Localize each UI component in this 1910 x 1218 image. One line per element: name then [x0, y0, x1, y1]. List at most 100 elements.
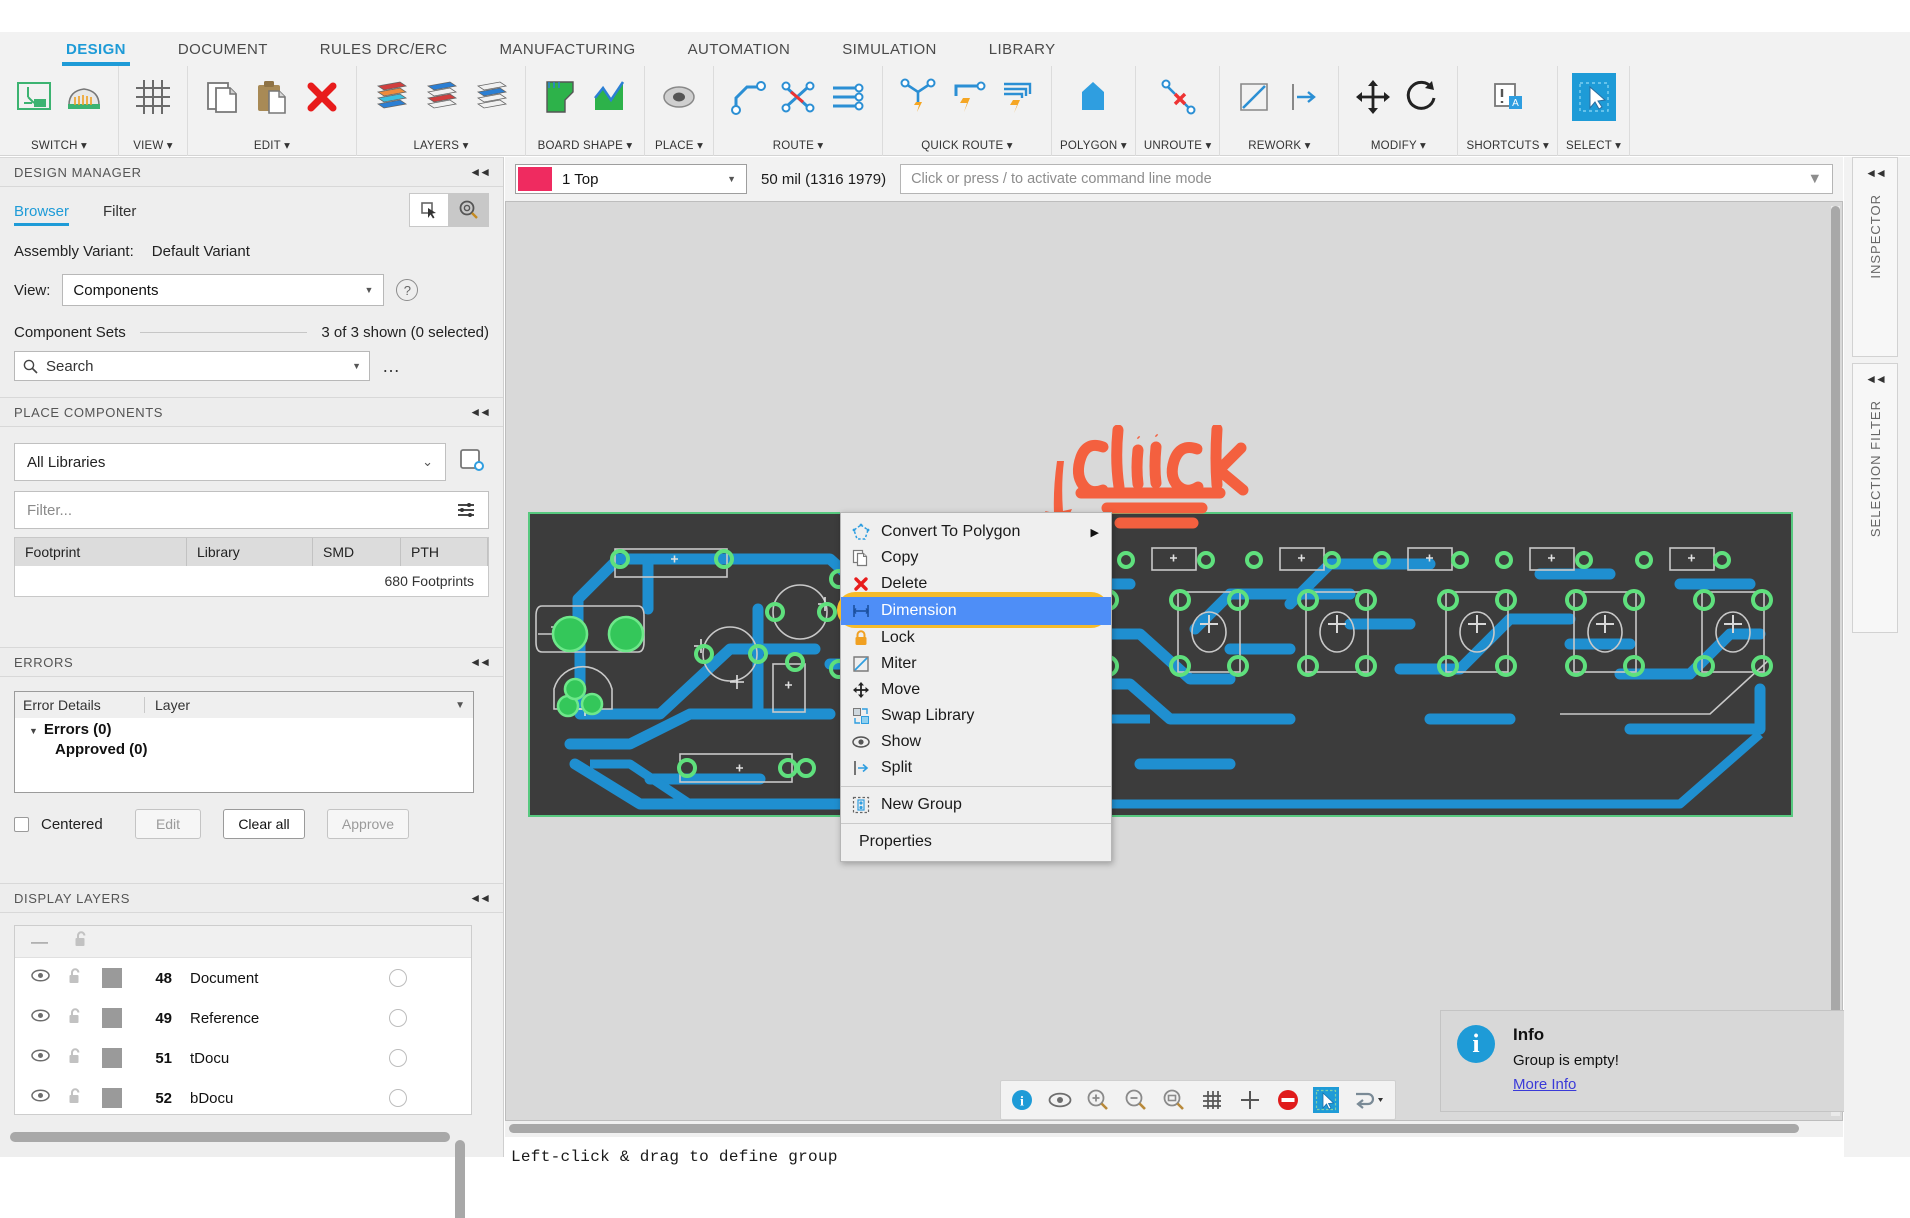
- info-icon[interactable]: i: [1009, 1087, 1035, 1113]
- zoom-find-icon[interactable]: [449, 193, 489, 227]
- layer-active-radio[interactable]: [389, 969, 407, 987]
- route-bus-icon[interactable]: [826, 73, 870, 121]
- layer-row-tdocu[interactable]: 51 tDocu: [15, 1038, 471, 1078]
- unlock-icon[interactable]: [68, 1047, 84, 1070]
- move-arrows-icon[interactable]: [1351, 73, 1395, 121]
- tab-filter[interactable]: Filter: [103, 203, 136, 226]
- layer-row-bdocu[interactable]: 52 bDocu: [15, 1078, 471, 1115]
- ribbon-tab-manufacturing[interactable]: MANUFACTURING: [474, 41, 662, 62]
- ribbon-group-label-route[interactable]: ROUTE ▾: [773, 138, 824, 156]
- sidebar-horizontal-scrollbar[interactable]: [10, 1132, 450, 1142]
- ribbon-group-label-view[interactable]: VIEW ▾: [133, 138, 173, 156]
- board-contour-icon[interactable]: [588, 73, 632, 121]
- schematic-switch-icon[interactable]: [12, 73, 56, 121]
- context-menu-item-dimension[interactable]: Dimension: [841, 597, 1111, 625]
- column-error-details[interactable]: Error Details: [15, 697, 145, 713]
- ribbon-group-label-modify[interactable]: MODIFY ▾: [1371, 138, 1426, 156]
- context-menu-item-delete[interactable]: Delete: [841, 571, 1111, 597]
- collapse-icon[interactable]: ◄◄: [1865, 166, 1885, 180]
- column-layer[interactable]: Layer: [145, 697, 455, 713]
- design-manager-header[interactable]: DESIGN MANAGER ◄◄: [0, 157, 503, 187]
- footprint-filter-input[interactable]: Filter...: [14, 491, 489, 529]
- layers-stack-gray-icon[interactable]: [469, 73, 513, 121]
- column-smd[interactable]: SMD: [313, 538, 401, 566]
- ribbon-group-label-edit[interactable]: EDIT ▾: [254, 138, 290, 156]
- ribbon-group-label-board-shape[interactable]: BOARD SHAPE ▾: [538, 138, 633, 156]
- layer-color-swatch[interactable]: [102, 968, 122, 988]
- context-menu-item-properties[interactable]: Properties: [841, 829, 1111, 855]
- paste-icon[interactable]: [250, 73, 294, 121]
- copy-icon[interactable]: [200, 73, 244, 121]
- delete-x-icon[interactable]: [300, 73, 344, 121]
- minus-icon[interactable]: —: [31, 932, 48, 952]
- ribbon-group-label-quick-route[interactable]: QUICK ROUTE ▾: [921, 138, 1012, 156]
- centered-checkbox[interactable]: [14, 817, 29, 832]
- unlock-icon[interactable]: [68, 967, 84, 990]
- context-menu-item-show[interactable]: Show: [841, 729, 1111, 755]
- layers-stack-red-icon[interactable]: [369, 73, 413, 121]
- edit-button[interactable]: Edit: [135, 809, 201, 839]
- ribbon-group-label-rework[interactable]: REWORK ▾: [1248, 138, 1310, 156]
- layer-active-radio[interactable]: [389, 1049, 407, 1067]
- clear-all-button[interactable]: Clear all: [223, 809, 305, 839]
- context-menu-item-swap-library[interactable]: Swap Library: [841, 703, 1111, 729]
- crosshair-icon[interactable]: [1237, 1087, 1263, 1113]
- search-input[interactable]: Search ▼: [14, 351, 370, 381]
- unlock-icon[interactable]: [68, 1087, 84, 1110]
- ribbon-tab-document[interactable]: DOCUMENT: [152, 41, 294, 62]
- approve-button[interactable]: Approve: [327, 809, 409, 839]
- collapse-icon[interactable]: ◄◄: [469, 405, 489, 419]
- select-cursor-icon[interactable]: [1572, 73, 1616, 121]
- shortcuts-icon[interactable]: A: [1486, 73, 1530, 121]
- select-cursor-icon[interactable]: [1313, 1087, 1339, 1113]
- context-menu-item-convert-to-polygon[interactable]: Convert To Polygon ▶: [841, 519, 1111, 545]
- ribbon-group-label-place[interactable]: PLACE ▾: [655, 138, 703, 156]
- canvas-vertical-scrollbar[interactable]: [1831, 206, 1840, 1116]
- eye-icon[interactable]: [31, 1009, 50, 1027]
- context-menu-item-copy[interactable]: Copy: [841, 545, 1111, 571]
- rework-split-icon[interactable]: [1282, 73, 1326, 121]
- no-entry-icon[interactable]: [1275, 1087, 1301, 1113]
- column-pth[interactable]: PTH: [401, 538, 488, 566]
- eye-visibility-icon[interactable]: [1047, 1087, 1073, 1113]
- unroute-icon[interactable]: [1156, 73, 1200, 121]
- collapse-icon[interactable]: ◄◄: [469, 891, 489, 905]
- more-options-button[interactable]: …: [382, 356, 402, 377]
- rework-miter-icon[interactable]: [1232, 73, 1276, 121]
- collapse-icon[interactable]: ◄◄: [1865, 372, 1885, 386]
- display-layers-scrollbar[interactable]: [455, 1140, 465, 1218]
- quick-route-bolt-icon[interactable]: [945, 73, 989, 121]
- context-menu-item-new-group[interactable]: New Group: [841, 792, 1111, 818]
- info-notification[interactable]: i Info Group is empty! More Info: [1440, 1010, 1868, 1112]
- layer-color-swatch[interactable]: [102, 1008, 122, 1028]
- unlock-icon[interactable]: [74, 930, 90, 953]
- command-line-input[interactable]: Click or press / to activate command lin…: [900, 164, 1833, 194]
- context-menu-item-split[interactable]: Split: [841, 755, 1111, 781]
- ribbon-group-label-shortcuts[interactable]: SHORTCUTS ▾: [1466, 138, 1549, 156]
- layer-color-swatch[interactable]: [102, 1048, 122, 1068]
- ribbon-tab-simulation[interactable]: SIMULATION: [816, 41, 963, 62]
- layers-stack-blue-icon[interactable]: [419, 73, 463, 121]
- column-footprint[interactable]: Footprint: [15, 538, 187, 566]
- ribbon-tab-design[interactable]: DESIGN: [40, 41, 152, 62]
- route-cross-icon[interactable]: [776, 73, 820, 121]
- pcb-canvas[interactable]: [505, 201, 1843, 1121]
- route-trace-icon[interactable]: [726, 73, 770, 121]
- ribbon-group-label-polygon[interactable]: POLYGON ▾: [1060, 138, 1127, 156]
- grid-toggle-icon[interactable]: [1199, 1087, 1225, 1113]
- layer-active-radio[interactable]: [389, 1089, 407, 1107]
- layer-active-radio[interactable]: [389, 1009, 407, 1027]
- context-menu-item-lock[interactable]: Lock: [841, 625, 1111, 651]
- column-library[interactable]: Library: [187, 538, 313, 566]
- eye-icon[interactable]: [31, 1049, 50, 1067]
- ribbon-group-label-switch[interactable]: SWITCH ▾: [31, 138, 87, 156]
- board-switch-icon[interactable]: [62, 73, 106, 121]
- select-object-icon[interactable]: [409, 193, 449, 227]
- place-components-header[interactable]: PLACE COMPONENTS ◄◄: [0, 397, 503, 427]
- canvas-horizontal-scrollbar[interactable]: [505, 1121, 1843, 1137]
- zoom-fit-icon[interactable]: [1161, 1087, 1187, 1113]
- pcb-board[interactable]: [528, 512, 1793, 817]
- layer-row-reference[interactable]: 49 Reference: [15, 998, 471, 1038]
- route-mode-icon[interactable]: [1351, 1087, 1387, 1113]
- polygon-fill-icon[interactable]: [1071, 73, 1115, 121]
